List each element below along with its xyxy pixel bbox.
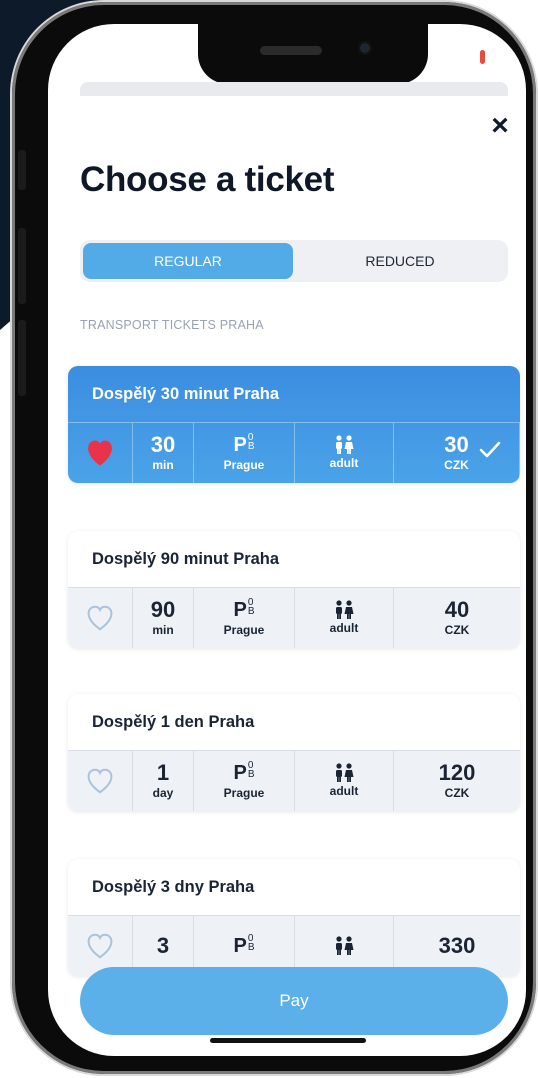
volume-down-button [18, 320, 26, 396]
home-indicator [210, 1038, 366, 1043]
recording-indicator [480, 50, 485, 64]
price-currency: CZK [444, 623, 470, 637]
duration-value: 1 [156, 760, 170, 785]
ticket-passenger: adult [295, 423, 394, 483]
zone-label: Prague [223, 786, 265, 800]
zone-code: P0B [233, 761, 254, 785]
duration-value: 30 [150, 432, 176, 457]
duration-value: 3 [156, 933, 170, 958]
ticket-zone: P 0 B Prague [194, 423, 295, 483]
zone-letter: P [233, 434, 247, 456]
passenger-icon [333, 936, 355, 956]
ticket-name: Dospělý 1 den Praha [92, 712, 255, 731]
passenger-icon [333, 600, 355, 620]
ticket-details-row: 90 min P 0 B Prague adult 40 CZK [68, 587, 520, 648]
price-value: 330 [438, 933, 476, 958]
price-currency: CZK [444, 786, 470, 800]
favorite-heart-icon[interactable] [68, 751, 133, 811]
tab-reduced[interactable]: REDUCED [295, 243, 505, 279]
section-label: TRANSPORT TICKETS PRAHA [80, 318, 264, 332]
ticket-price: 120 CZK [394, 751, 520, 811]
zone-letter: P [233, 762, 247, 784]
phone-frame: × Choose a ticket REGULAR REDUCED TRANSP… [12, 2, 536, 1074]
passenger-type: adult [329, 621, 359, 635]
zone-letter: P [233, 599, 247, 621]
ticket-card[interactable]: Dospělý 3 dny Praha 3 P 0 B 330 [68, 859, 520, 976]
duration-unit: min [152, 458, 174, 472]
ticket-duration: 1 day [133, 751, 194, 811]
ticket-card[interactable]: Dospělý 1 den Praha 1 day P 0 B Prague adult 120… [68, 694, 520, 811]
zone-code: P0B [233, 598, 254, 622]
zone-code: P0B [233, 433, 254, 457]
passenger-type: adult [329, 784, 359, 798]
duration-unit: day [152, 786, 174, 800]
volume-up-button [18, 228, 26, 304]
passenger-type: adult [329, 456, 359, 470]
ticket-name: Dospělý 90 minut Praha [92, 549, 280, 568]
sheet-background-edge [80, 82, 508, 96]
tab-regular[interactable]: REGULAR [83, 243, 293, 279]
passenger-icon [333, 763, 355, 783]
ticket-duration: 90 min [133, 588, 194, 648]
zone-label: Prague [223, 623, 265, 637]
zone-sub: B [247, 441, 255, 452]
zone-sub: B [247, 942, 255, 953]
favorite-heart-icon[interactable] [68, 423, 133, 483]
favorite-heart-icon[interactable] [68, 588, 133, 648]
ticket-card[interactable]: Dospělý 30 minut Praha 30 min P 0 B Prague adul… [68, 366, 520, 483]
camera [358, 41, 372, 55]
zone-label: Prague [223, 458, 265, 472]
ticket-name: Dospělý 3 dny Praha [92, 877, 255, 896]
ticket-type-toggle: REGULAR REDUCED [80, 240, 508, 282]
ticket-details-row: 30 min P 0 B Prague adult 30 CZK [68, 422, 520, 483]
price-value: 40 [444, 597, 470, 622]
price-value: 120 [438, 760, 476, 785]
ticket-passenger: adult [295, 588, 394, 648]
passenger-icon [333, 435, 355, 455]
ticket-duration: 30 min [133, 423, 194, 483]
ticket-details-row: 1 day P 0 B Prague adult 120 CZK [68, 750, 520, 811]
duration-unit: min [152, 623, 174, 637]
price-currency: CZK [444, 458, 469, 472]
ticket-price: 30 CZK [394, 423, 520, 483]
zone-code: P0B [233, 934, 254, 958]
checkmark-icon [479, 441, 501, 464]
duration-value: 90 [150, 597, 176, 622]
close-icon[interactable]: × [486, 111, 514, 141]
price-value: 30 [444, 432, 469, 457]
ticket-zone: P 0 B Prague [194, 751, 295, 811]
page-title: Choose a ticket [80, 160, 335, 199]
ticket-passenger: adult [295, 751, 394, 811]
notch [198, 24, 428, 84]
speaker [260, 46, 322, 55]
zone-letter: P [233, 935, 247, 957]
pay-button[interactable]: Pay [80, 967, 508, 1035]
ticket-name: Dospělý 30 minut Praha [92, 384, 280, 403]
mute-switch [18, 150, 26, 190]
screen: × Choose a ticket REGULAR REDUCED TRANSP… [48, 24, 526, 1056]
ticket-card[interactable]: Dospělý 90 minut Praha 90 min P 0 B Prague adul… [68, 531, 520, 648]
ticket-zone: P 0 B Prague [194, 588, 295, 648]
zone-sub: B [247, 769, 255, 780]
zone-sub: B [247, 606, 255, 617]
ticket-price: 40 CZK [394, 588, 520, 648]
